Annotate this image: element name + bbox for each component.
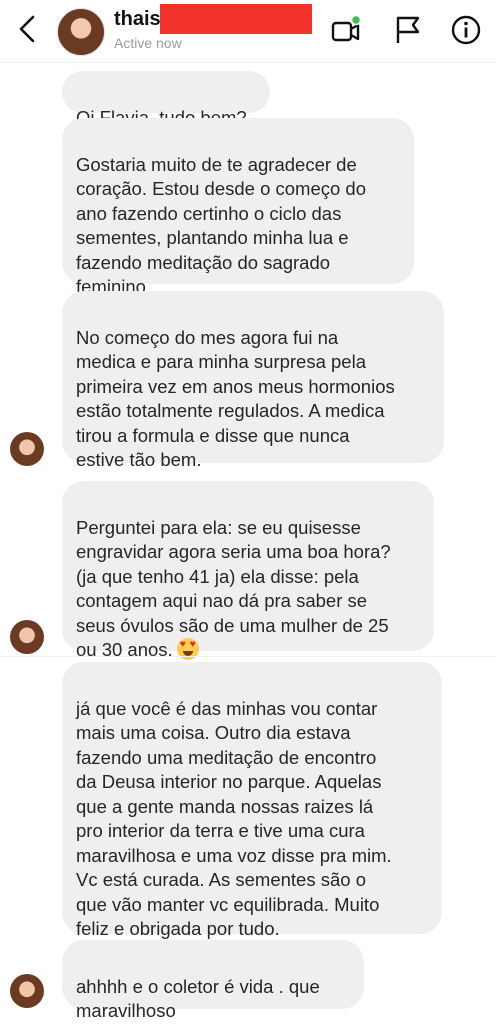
message-text: No começo do mes agora fui na medica e p…: [76, 326, 395, 471]
active-status: Active now: [114, 35, 182, 51]
message-bubble[interactable]: No começo do mes agora fui na medica e p…: [62, 291, 444, 470]
chat-header: thais Active now: [0, 0, 496, 63]
message-bubble[interactable]: ahhhh e o coletor é vida . que maravilho…: [62, 940, 364, 1021]
message-text: Perguntei para ela: se eu quisesse engra…: [76, 516, 391, 661]
video-call-icon[interactable]: [330, 14, 362, 46]
message-text: Gostaria muito de te agradecer de coraçã…: [76, 153, 367, 298]
sender-avatar[interactable]: [10, 432, 44, 466]
message-text: ahhhh e o coletor é vida . que maravilho…: [76, 975, 320, 1022]
info-icon[interactable]: [450, 14, 482, 46]
sender-avatar[interactable]: [10, 620, 44, 654]
contact-avatar[interactable]: [57, 8, 105, 56]
divider: [0, 656, 496, 657]
sender-avatar[interactable]: [10, 974, 44, 1008]
message-bubble[interactable]: Gostaria muito de te agradecer de coraçã…: [62, 118, 414, 297]
redaction-box: [160, 4, 312, 34]
message-text: já que você é das minhas vou contar mais…: [76, 697, 392, 940]
message-bubble[interactable]: Oi Flavia, tudo bem?: [62, 71, 270, 128]
contact-name[interactable]: thais: [114, 8, 161, 31]
message-bubble[interactable]: Perguntei para ela: se eu quisesse engra…: [62, 481, 434, 660]
message-bubble[interactable]: já que você é das minhas vou contar mais…: [62, 662, 442, 939]
flag-icon[interactable]: [392, 14, 424, 46]
back-arrow-icon[interactable]: [14, 14, 40, 44]
